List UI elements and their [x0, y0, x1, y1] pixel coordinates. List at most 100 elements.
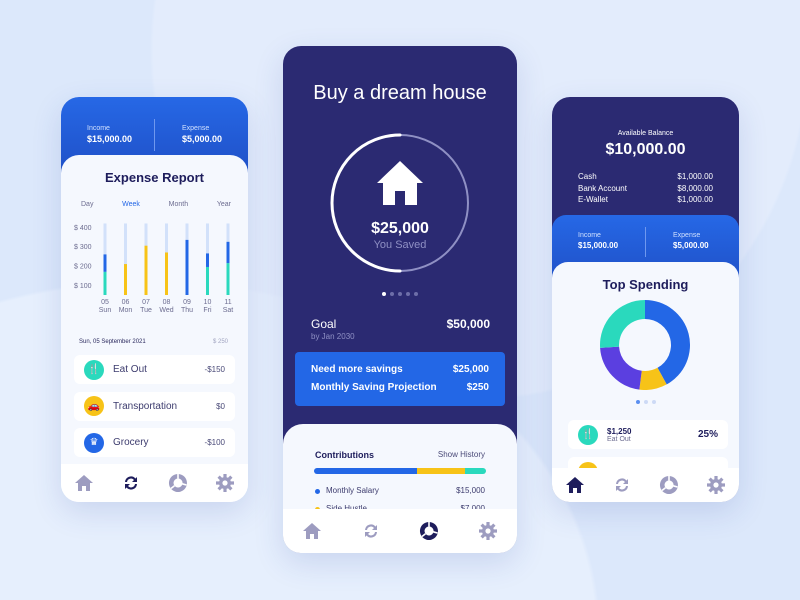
x-tick-label: 05 — [101, 299, 109, 306]
expense-item[interactable]: ♛ Grocery -$100 — [74, 428, 235, 457]
item-label: Grocery — [113, 437, 149, 448]
item-amount: -$150 — [204, 365, 225, 374]
contribution-amount: $15,000 — [456, 486, 485, 495]
item-amount: $0 — [216, 401, 225, 411]
show-history-link[interactable]: Show History — [438, 450, 485, 459]
date-total: $ 250 — [212, 339, 228, 345]
nav-sync-icon[interactable] — [361, 521, 381, 541]
contribution-segment — [417, 468, 466, 474]
x-tick-label: 07 — [142, 299, 150, 306]
x-tick-label: Sat — [223, 307, 234, 314]
bar-segment — [226, 241, 230, 264]
page-dot[interactable] — [635, 400, 640, 404]
x-tick-label: 09 — [183, 299, 191, 306]
balance-label: Available Balance — [617, 130, 674, 137]
account-label: E-Wallet — [578, 195, 608, 204]
income-value: $15,000.00 — [578, 241, 619, 250]
expense-value: $5,000.00 — [673, 241, 709, 250]
fork-knife-icon: 🍴 — [84, 359, 104, 380]
need-label: Need more savings — [311, 364, 403, 375]
top-spending-screen: Available Balance $10,000.00 Cash $1,000.… — [552, 97, 739, 502]
donut-slice[interactable] — [600, 300, 645, 348]
nav-home-icon[interactable] — [565, 475, 585, 495]
bar-segment — [144, 245, 148, 295]
period-tabs: Day Week Month Year — [81, 201, 231, 208]
legend-dot — [315, 489, 320, 494]
expense-item[interactable]: 🍴 Eat Out -$150 — [74, 355, 235, 384]
bar-segment — [103, 254, 107, 272]
page-dot[interactable] — [398, 292, 402, 296]
nav-donut-icon[interactable] — [659, 475, 679, 495]
account-label: Cash — [578, 172, 597, 181]
page-title: Expense Report — [105, 170, 204, 185]
x-tick-label: 06 — [122, 299, 130, 306]
bar-segment — [124, 264, 127, 295]
x-tick-label: Mon — [119, 307, 133, 314]
page-dot[interactable] — [643, 400, 648, 404]
saved-label: You Saved — [373, 239, 427, 251]
item-amount: -$100 — [204, 438, 225, 447]
x-tick-label: Wed — [159, 307, 173, 314]
account-label: Bank Account — [578, 183, 627, 193]
nav-home-icon[interactable] — [302, 521, 322, 541]
expense-label: Expense — [673, 232, 701, 239]
income-label: Income — [87, 125, 110, 132]
bottom-nav — [552, 468, 739, 502]
report-card: Expense Report Day Week Month Year $ 400 $ 3… — [61, 155, 248, 502]
x-tick-label: 11 — [224, 299, 231, 306]
account-amount: $1,000.00 — [677, 195, 713, 204]
item-percent: 25% — [697, 429, 718, 440]
nav-donut-icon[interactable] — [168, 473, 188, 493]
period-tab-day[interactable]: Day — [81, 201, 93, 208]
expense-item[interactable]: 🚗 Transportation $0 — [74, 391, 235, 421]
contribution-segment — [465, 468, 486, 474]
house-icon — [377, 161, 423, 205]
spending-card: Top Spending 🍴 $1,250 Eat Out 25% — [552, 262, 739, 502]
page-title: Buy a dream house — [313, 82, 487, 104]
car-icon: 🚗 — [84, 396, 104, 416]
expense-label: Expense — [182, 125, 210, 132]
period-tab-month[interactable]: Month — [169, 201, 188, 208]
nav-gear-icon[interactable] — [215, 473, 235, 493]
account-amount: $1,000.00 — [677, 172, 713, 181]
grocery-bag-icon: ♛ — [84, 432, 104, 453]
nav-sync-icon[interactable] — [121, 473, 141, 493]
item-amount: $1,250 — [607, 426, 632, 436]
projection-card: Need more savings $25,000 Monthly Saving… — [295, 352, 505, 406]
page-dot[interactable] — [406, 292, 410, 296]
x-tick-label: 08 — [163, 299, 171, 306]
contributions-title: Contributions — [315, 450, 374, 460]
goal-amount: $50,000 — [446, 317, 490, 331]
page-dot[interactable] — [390, 292, 394, 296]
page-indicator — [552, 400, 739, 404]
x-tick-label: Thu — [181, 307, 193, 314]
savings-goal-screen: Buy a dream house $25,000 You Saved Goal… — [283, 46, 517, 553]
divider — [645, 227, 646, 257]
bottom-nav — [283, 509, 517, 553]
need-amount: $25,000 — [452, 364, 489, 375]
page-dot[interactable] — [414, 292, 418, 296]
income-value: $15,000.00 — [87, 134, 133, 144]
x-tick-label: Sun — [99, 307, 112, 314]
page-dot[interactable] — [651, 400, 656, 404]
expense-value: $5,000.00 — [182, 134, 223, 144]
bar-segment — [206, 266, 209, 295]
nav-gear-icon[interactable] — [706, 475, 726, 495]
period-tab-week[interactable]: Week — [122, 201, 140, 208]
contribution-label: Monthly Salary — [326, 486, 379, 495]
nav-donut-icon[interactable] — [419, 521, 439, 541]
page-dot[interactable] — [382, 292, 386, 296]
nav-sync-icon[interactable] — [612, 475, 632, 495]
divider — [154, 119, 155, 151]
bar-segment — [185, 239, 189, 295]
contribution-segment — [314, 468, 418, 474]
goal-date: by Jan 2030 — [311, 332, 355, 341]
spending-item[interactable]: 🍴 $1,250 Eat Out 25% — [568, 420, 728, 449]
fork-knife-icon: 🍴 — [578, 424, 598, 445]
period-tab-year[interactable]: Year — [217, 201, 231, 208]
bar-segment — [226, 263, 230, 295]
nav-gear-icon[interactable] — [478, 521, 498, 541]
donut-slice[interactable] — [600, 346, 642, 390]
item-label: Transportation — [113, 400, 178, 412]
nav-home-icon[interactable] — [74, 473, 94, 493]
